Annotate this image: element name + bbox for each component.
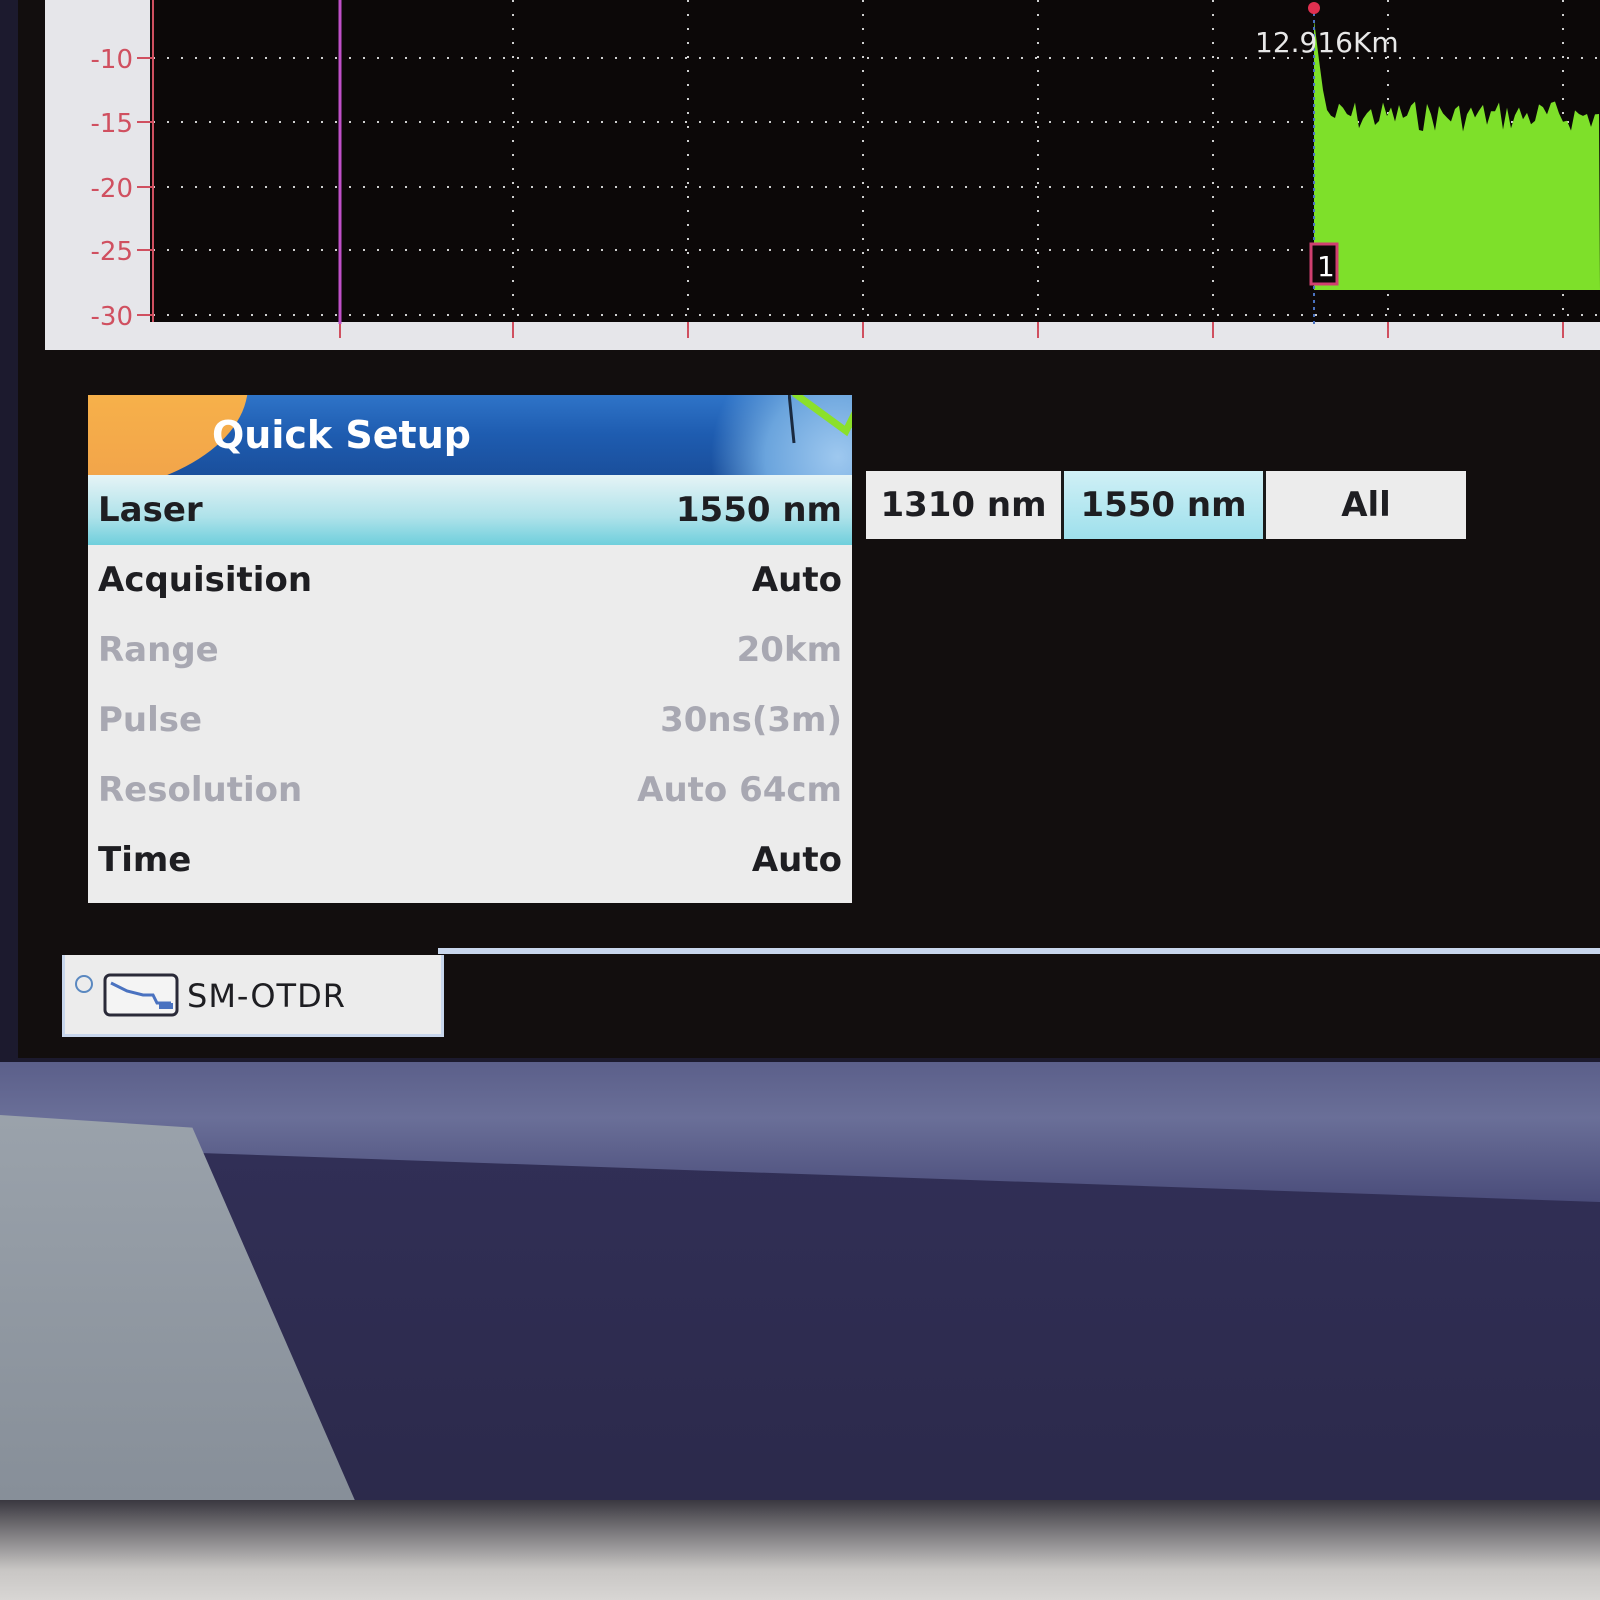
setting-row-laser[interactable]: Laser 1550 nm	[88, 475, 852, 545]
y-tick-label: -30	[91, 302, 133, 332]
tab-status-icon	[75, 975, 93, 993]
setting-row-acquisition[interactable]: Acquisition Auto	[88, 545, 852, 615]
laser-option-1310nm[interactable]: 1310 nm	[866, 471, 1064, 539]
trace-chart[interactable]: -10 -15 -20 -25 -30 12.916Km 1	[45, 0, 1600, 350]
marker-handle[interactable]	[1308, 2, 1320, 14]
otdr-trace-icon	[788, 395, 852, 444]
event-marker-number: 1	[1317, 250, 1335, 283]
y-axis: -10 -15 -20 -25 -30	[91, 0, 154, 332]
y-tick-label: -25	[91, 237, 133, 267]
table-surface	[0, 1500, 1600, 1600]
x-axis	[339, 322, 1564, 338]
y-tick-label: -15	[91, 109, 133, 139]
setting-value: Auto 64cm	[637, 770, 842, 810]
y-tick-label: -10	[91, 45, 133, 75]
screen: -10 -15 -20 -25 -30 12.916Km 1 Quick Setup	[18, 0, 1600, 1058]
quick-setup-header: Quick Setup	[88, 395, 852, 475]
setting-label: Acquisition	[98, 560, 313, 600]
quick-setup-panel: Quick Setup Laser 1550 nm Acquisition Auto R…	[88, 395, 852, 903]
setting-label: Range	[98, 630, 219, 670]
setting-row-time[interactable]: Time Auto	[88, 825, 852, 895]
setting-value: 20km	[736, 630, 842, 670]
screen-bezel: -10 -15 -20 -25 -30 12.916Km 1 Quick Setup	[0, 0, 1600, 1062]
setting-value: Auto	[751, 840, 842, 880]
setting-value: 30ns(3m)	[660, 700, 842, 740]
setting-row-resolution: Resolution Auto 64cm	[88, 755, 852, 825]
setting-label: Resolution	[98, 770, 303, 810]
tab-label: SM-OTDR	[187, 977, 346, 1015]
setting-row-range: Range 20km	[88, 615, 852, 685]
laser-option-1550nm[interactable]: 1550 nm	[1064, 471, 1266, 539]
setting-row-pulse: Pulse 30ns(3m)	[88, 685, 852, 755]
setting-value: 1550 nm	[675, 490, 842, 530]
device-grip	[0, 1115, 370, 1535]
setting-value: Auto	[751, 560, 842, 600]
quick-setup-title: Quick Setup	[212, 413, 471, 457]
laser-option-all[interactable]: All	[1266, 471, 1466, 539]
marker-distance-label: 12.916Km	[1255, 26, 1399, 59]
tab-bar-line	[438, 948, 1600, 954]
setting-label: Pulse	[98, 700, 203, 740]
otdr-device: -10 -15 -20 -25 -30 12.916Km 1 Quick Setup	[0, 0, 1600, 1600]
trace-chart-svg[interactable]: -10 -15 -20 -25 -30 12.916Km 1	[45, 0, 1600, 350]
tab-sm-otdr[interactable]: SM-OTDR	[62, 955, 444, 1037]
setting-label: Laser	[98, 490, 203, 530]
otdr-trace-icon	[103, 973, 179, 1017]
laser-option-selector: 1310 nm 1550 nm All	[866, 471, 1466, 539]
setting-label: Time	[98, 840, 192, 880]
device-lower-band	[0, 1062, 1600, 1202]
y-tick-label: -20	[91, 174, 133, 204]
